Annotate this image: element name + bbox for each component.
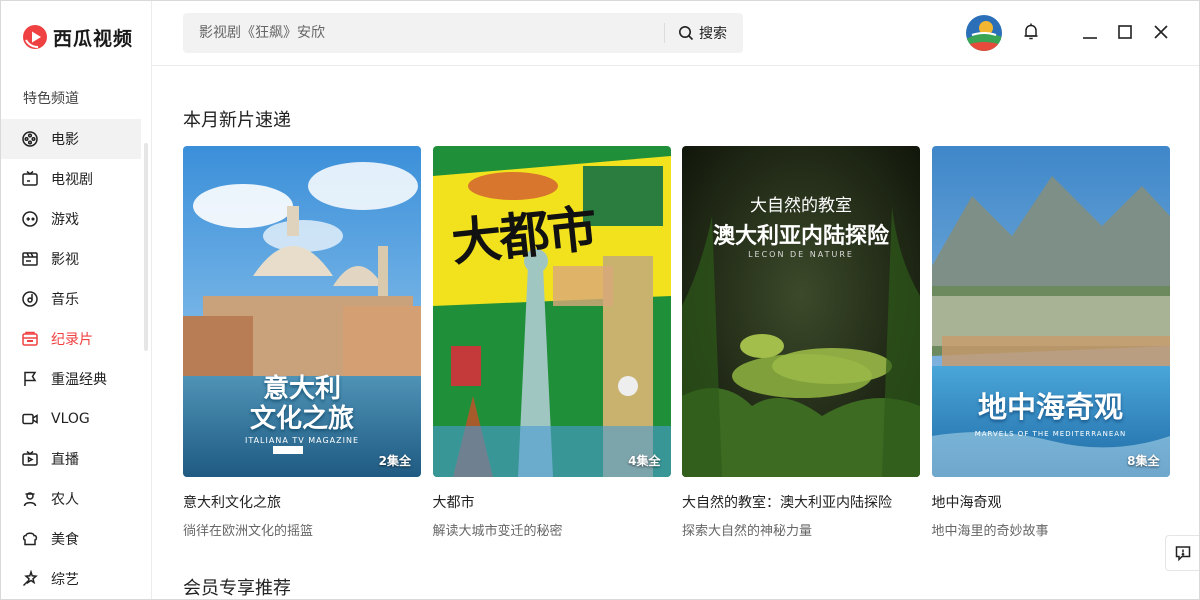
main-content: 本月新片速递 意大利 文化之旅 ITALIANA TV MAGAZINE 2集全… [152, 66, 1199, 599]
sidebar-item-live[interactable]: 直播 [1, 439, 141, 479]
maximize-button[interactable] [1116, 23, 1134, 41]
search-box: 搜索 [183, 13, 743, 53]
tv-icon [21, 170, 39, 188]
search-input[interactable] [199, 13, 659, 53]
music-disc-icon [21, 290, 39, 308]
sidebar-item-classics[interactable]: 重温经典 [1, 359, 141, 399]
video-title[interactable]: 大都市 [433, 492, 671, 512]
sidebar-item-film-tv[interactable]: 影视 [1, 239, 141, 279]
video-title[interactable]: 地中海奇观 [932, 492, 1170, 512]
sidebar-scrollbar[interactable] [144, 143, 148, 351]
sidebar-item-label: 直播 [51, 452, 79, 468]
section-title-new-releases: 本月新片速递 [183, 110, 291, 131]
video-poster[interactable]: 意大利 文化之旅 ITALIANA TV MAGAZINE 2集全 [183, 146, 421, 477]
video-subtitle: 地中海里的奇妙故事 [931, 524, 1049, 539]
notification-bell-icon[interactable] [1022, 22, 1040, 42]
sidebar-item-label: 重温经典 [51, 372, 107, 388]
poster-title-line2: 文化之旅 [249, 404, 354, 434]
sidebar-item-label: 电视剧 [51, 172, 93, 188]
video-card[interactable]: 意大利 文化之旅 ITALIANA TV MAGAZINE 2集全 意大利文化之… [183, 146, 421, 539]
poster-caption: LECON DE NATURE [748, 250, 854, 259]
film-reel-icon [21, 130, 39, 148]
sidebar-item-label: 综艺 [51, 572, 79, 588]
minimize-icon [1083, 37, 1097, 39]
poster-caption: MARVELS OF THE MEDITERRANEAN [974, 430, 1127, 438]
sidebar-item-variety[interactable]: 综艺 [1, 559, 141, 599]
close-button[interactable] [1152, 23, 1170, 41]
sidebar-item-label: VLOG [51, 411, 90, 427]
search-button-label: 搜索 [699, 26, 727, 42]
video-subtitle: 徜徉在欧洲文化的摇篮 [183, 524, 314, 539]
video-poster[interactable]: 地中海奇观 MARVELS OF THE MEDITERRANEAN 8集全 [931, 146, 1170, 477]
sidebar-item-label: 纪录片 [51, 332, 93, 348]
section-title-member-picks: 会员专享推荐 [183, 578, 291, 599]
feedback-button[interactable] [1165, 535, 1199, 571]
sidebar-item-farmer[interactable]: 农人 [1, 479, 141, 519]
sidebar-item-food[interactable]: 美食 [1, 519, 141, 559]
maximize-icon [1118, 25, 1132, 39]
video-card[interactable]: 地中海奇观 MARVELS OF THE MEDITERRANEAN 8集全 地… [931, 146, 1170, 539]
live-tv-icon [21, 450, 39, 468]
close-icon [1154, 25, 1168, 39]
sidebar-item-music[interactable]: 音乐 [1, 279, 141, 319]
sidebar-item-label: 电影 [51, 132, 79, 148]
sidebar-section-title: 特色频道 [23, 91, 79, 107]
sidebar-item-label: 美食 [51, 532, 79, 548]
sidebar-item-label: 音乐 [51, 292, 79, 308]
clapperboard-icon [21, 250, 39, 268]
documentary-icon [21, 330, 39, 348]
sidebar-item-label: 游戏 [51, 212, 79, 228]
app-window: 西瓜视频 特色频道 电影 电视剧 游戏 影视 音乐 纪录片 重温经典 VLOG … [0, 0, 1200, 600]
sidebar-item-vlog[interactable]: VLOG [1, 399, 141, 439]
poster-caption: ITALIANA TV MAGAZINE [244, 436, 360, 445]
sidebar-nav: 电影 电视剧 游戏 影视 音乐 纪录片 重温经典 VLOG 直播 农人 美食 综… [1, 119, 141, 599]
sidebar-item-label: 影视 [51, 252, 79, 268]
feedback-icon [1175, 546, 1190, 562]
sidebar-item-documentary[interactable]: 纪录片 [1, 319, 141, 359]
search-button[interactable]: 搜索 [678, 13, 727, 53]
poster-title-line1: 意大利 [262, 374, 341, 404]
poster-title: 大都市 [448, 199, 598, 273]
video-card[interactable]: 大都市 4集全 大都市 解读大城市变迁的秘密 [432, 146, 671, 539]
sidebar-item-tv-series[interactable]: 电视剧 [1, 159, 141, 199]
camera-icon [21, 410, 39, 428]
video-subtitle: 探索大自然的神秘力量 [682, 524, 813, 539]
episode-badge: 2集全 [378, 454, 411, 468]
poster-line2: 澳大利亚内陆探险 [712, 224, 889, 249]
episode-badge: 8集全 [1127, 454, 1160, 468]
minimize-button[interactable] [1081, 23, 1099, 41]
top-bar: 搜索 [152, 1, 1199, 66]
poster-title: 地中海奇观 [977, 390, 1123, 424]
variety-star-icon [21, 570, 39, 588]
sidebar-item-label: 农人 [51, 492, 79, 508]
xigua-logo-icon [23, 25, 47, 49]
video-card[interactable]: 大自然的教室 澳大利亚内陆探险 LECON DE NATURE 大自然的教室：澳… [682, 146, 920, 539]
app-logo[interactable]: 西瓜视频 [22, 23, 133, 51]
sidebar-item-games[interactable]: 游戏 [1, 199, 141, 239]
gamepad-icon [21, 210, 39, 228]
farmer-icon [21, 490, 39, 508]
poster-line1: 大自然的教室 [750, 196, 852, 216]
sidebar-item-movie[interactable]: 电影 [1, 119, 141, 159]
food-icon [21, 530, 39, 548]
video-title[interactable]: 意大利文化之旅 [183, 492, 421, 512]
video-poster[interactable]: 大自然的教室 澳大利亚内陆探险 LECON DE NATURE [682, 146, 920, 477]
user-avatar[interactable] [966, 15, 1002, 51]
video-subtitle: 解读大城市变迁的秘密 [432, 524, 563, 539]
video-title[interactable]: 大自然的教室：澳大利亚内陆探险 [682, 492, 920, 512]
sidebar: 西瓜视频 特色频道 电影 电视剧 游戏 影视 音乐 纪录片 重温经典 VLOG … [1, 1, 152, 599]
flag-icon [21, 370, 39, 388]
search-divider [664, 23, 665, 43]
search-icon [679, 26, 694, 41]
app-name: 西瓜视频 [53, 27, 134, 50]
new-release-list: 意大利 文化之旅 ITALIANA TV MAGAZINE 2集全 意大利文化之… [183, 146, 1181, 539]
episode-badge: 4集全 [628, 454, 661, 468]
video-poster[interactable]: 大都市 4集全 [432, 146, 671, 477]
